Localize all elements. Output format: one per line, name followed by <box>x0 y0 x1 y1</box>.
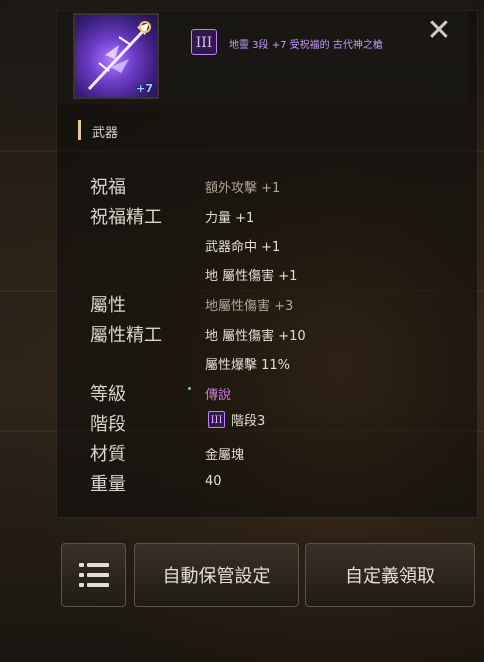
item-type-label: 武器 <box>92 126 119 141</box>
close-icon: ✕ <box>426 13 452 48</box>
item-name: 地靈 3段 +7 受祝福的 古代神之槍 <box>229 40 383 51</box>
stat-value-grade: 傳說 <box>205 388 232 403</box>
stage-text: 階段3 <box>231 414 266 429</box>
stat-value-attribute-refine-1: 地 屬性傷害 +10 <box>205 329 306 344</box>
stat-value-blessing-refine-3: 地 屬性傷害 +1 <box>205 269 298 284</box>
stat-label-grade: 等級 <box>90 384 126 405</box>
stat-value-weight: 40 <box>205 474 222 489</box>
type-accent-bar <box>78 120 81 140</box>
auto-storage-settings-label: 自動保管設定 <box>162 566 271 587</box>
stat-value-material: 金屬塊 <box>205 448 245 463</box>
close-button[interactable]: ✕ <box>424 16 454 46</box>
stat-value-blessing-refine-1: 力量 +1 <box>205 211 255 226</box>
stat-label-blessing: 祝福 <box>90 177 126 198</box>
auto-storage-settings-button[interactable]: 自動保管設定 <box>134 543 299 607</box>
stat-value-blessing-refine-2: 武器命中 +1 <box>205 240 281 255</box>
stat-value-attribute-refine-2: 屬性爆擊 11% <box>205 358 291 373</box>
stat-label-stage: 階段 <box>90 414 126 435</box>
spear-weapon-icon: +7 <box>73 13 159 99</box>
sparkle-dot <box>188 387 191 390</box>
item-enhance-level: +7 <box>136 82 153 95</box>
tier-badge-small-icon: III <box>208 411 225 428</box>
tier-badge-icon: III <box>191 29 217 55</box>
list-menu-button[interactable] <box>61 543 126 607</box>
stat-label-material: 材質 <box>90 444 126 465</box>
stat-label-attribute-refine: 屬性精工 <box>90 325 162 346</box>
stat-value-blessing: 額外攻擊 +1 <box>205 181 281 196</box>
stat-value-stage: III 階段3 <box>208 410 265 429</box>
stat-label-weight: 重量 <box>90 474 126 495</box>
custom-claim-label: 自定義領取 <box>345 566 435 587</box>
stat-label-blessing-refine: 祝福精工 <box>90 207 162 228</box>
stat-label-attribute: 屬性 <box>90 295 126 316</box>
list-menu-icon <box>78 563 109 587</box>
custom-claim-button[interactable]: 自定義領取 <box>305 543 475 607</box>
stat-value-attribute: 地屬性傷害 +3 <box>205 299 294 314</box>
